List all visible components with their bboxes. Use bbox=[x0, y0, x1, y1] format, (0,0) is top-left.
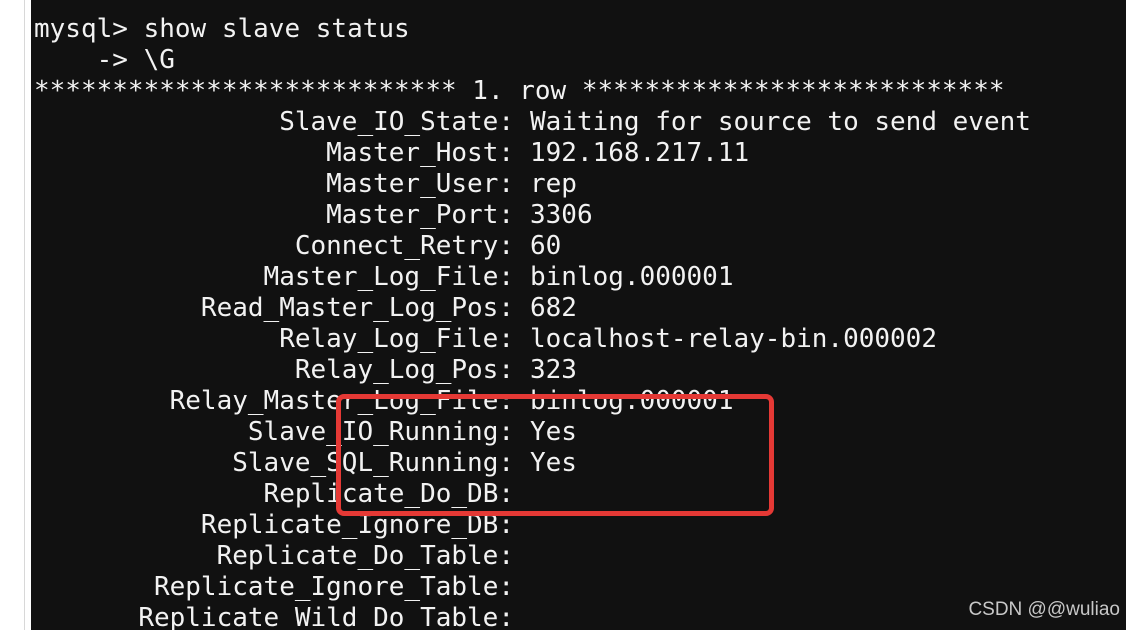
command-continuation-line: -> \G bbox=[34, 45, 175, 75]
status-field-row: Slave_IO_State: Waiting for source to sen… bbox=[31, 107, 1126, 138]
field-label: Slave_IO_State: bbox=[279, 107, 514, 137]
field-label: Replicate_Do_Table: bbox=[216, 541, 514, 571]
status-field-row: Master_Port: 3306 bbox=[31, 200, 1126, 231]
field-label: Master_Log_File: bbox=[263, 262, 514, 292]
field-label: Relay_Log_Pos: bbox=[294, 355, 514, 385]
row-header: *************************** 1. row *****… bbox=[34, 76, 1005, 106]
status-field-row: Master_User: rep bbox=[31, 169, 1126, 200]
status-field-row: Replicate_Wild_Do_Table: bbox=[31, 603, 1126, 630]
status-field-row: Master_Host: 192.168.217.11 bbox=[31, 138, 1126, 169]
field-value: localhost-relay-bin.000002 bbox=[530, 324, 937, 354]
field-label: Replicate_Ignore_Table: bbox=[153, 572, 514, 602]
terminal-window[interactable]: mysql> show slave status -> \G *********… bbox=[31, 0, 1126, 630]
field-label: Master_Host: bbox=[326, 138, 514, 168]
field-label: Connect_Retry: bbox=[294, 231, 514, 261]
field-value: 60 bbox=[530, 231, 562, 261]
field-label: Replicate_Wild_Do_Table: bbox=[138, 603, 514, 630]
status-field-row: Replicate_Do_Table: bbox=[31, 541, 1126, 572]
field-value: 682 bbox=[530, 293, 577, 323]
field-label: Master_Port: bbox=[326, 200, 514, 230]
field-label: Master_User: bbox=[326, 169, 514, 199]
highlight-annotation-box bbox=[336, 394, 774, 516]
field-value: 323 bbox=[530, 355, 577, 385]
status-field-row: Master_Log_File: binlog.000001 bbox=[31, 262, 1126, 293]
status-field-row: Relay_Log_Pos: 323 bbox=[31, 355, 1126, 386]
left-margin bbox=[0, 0, 31, 630]
field-label: Read_Master_Log_Pos: bbox=[200, 293, 514, 323]
status-field-row: Connect_Retry: 60 bbox=[31, 231, 1126, 262]
field-value: 192.168.217.11 bbox=[530, 138, 750, 168]
status-field-row: Replicate_Ignore_Table: bbox=[31, 572, 1126, 603]
field-value: 3306 bbox=[530, 200, 593, 230]
margin-rule bbox=[24, 0, 25, 630]
status-field-row: Relay_Log_File: localhost-relay-bin.00000… bbox=[31, 324, 1126, 355]
status-field-row: Read_Master_Log_Pos: 682 bbox=[31, 293, 1126, 324]
field-value: binlog.000001 bbox=[530, 262, 734, 292]
watermark: CSDN @@wuliao bbox=[968, 599, 1120, 620]
field-label: Relay_Log_File: bbox=[279, 324, 514, 354]
field-value: rep bbox=[530, 169, 577, 199]
field-value: Waiting for source to send event bbox=[530, 107, 1031, 137]
command-prompt-line: mysql> show slave status bbox=[34, 14, 410, 44]
